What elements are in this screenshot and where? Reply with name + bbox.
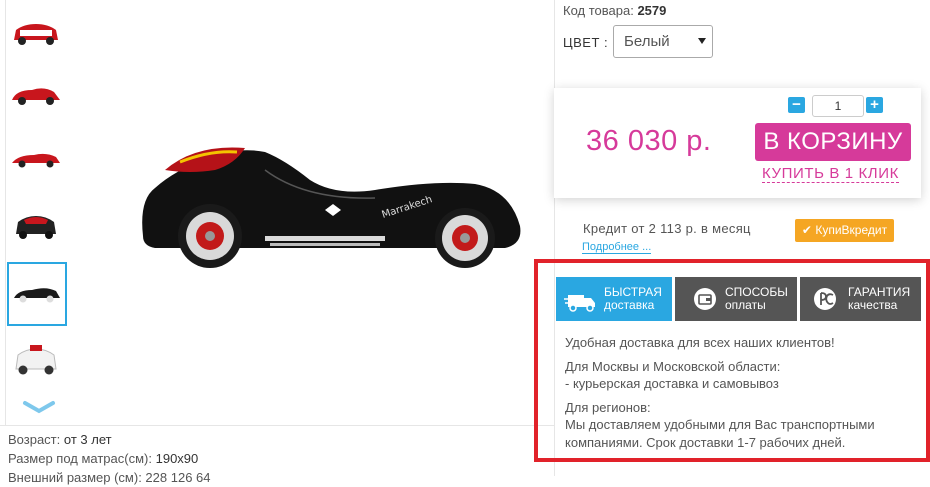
thumbnail-black-car-side-active[interactable]: [7, 262, 67, 326]
price-box: − 1 + 36 030 р. В КОРЗИНУ КУПИТЬ В 1 КЛИ…: [554, 88, 921, 198]
credit-text: Кредит от 2 113 р. в месяц: [583, 221, 751, 236]
tab-text: ГАРАНТИЯ качества: [848, 286, 910, 312]
color-label: ЦВЕТ :: [563, 35, 609, 50]
tab-payment-methods[interactable]: СПОСОБЫ оплаты: [675, 277, 797, 321]
thumb-image: [12, 88, 60, 105]
tab-text: СПОСОБЫ оплаты: [725, 286, 788, 312]
delivery-info-intro: Удобная доставка для всех наших клиентов…: [565, 335, 835, 350]
thumbnail-black-car-front[interactable]: [7, 196, 65, 254]
info-line: Для регионов:: [565, 399, 651, 415]
product-code-value: 2579: [637, 3, 667, 18]
thumbnail-red-car-side[interactable]: [7, 66, 65, 124]
delivery-info-regions: Для регионов: Мы доставляем удобными для…: [565, 399, 910, 452]
thumbnail-red-car-side-2[interactable]: [7, 130, 65, 188]
quantity-input[interactable]: 1: [812, 95, 864, 117]
info-line: Мы доставляем удобными для Вас транспорт…: [565, 417, 875, 450]
dropdown-arrow-icon: [698, 38, 706, 44]
qty-plus-button[interactable]: +: [866, 97, 883, 113]
product-specs: Возраст: от 3 лет Размер под матрас(см):…: [8, 430, 211, 487]
qty-minus-button[interactable]: −: [788, 97, 805, 113]
thumb-image: [14, 24, 58, 45]
check-icon: ✔: [801, 223, 812, 237]
divider: [5, 0, 6, 425]
divider: [0, 425, 554, 426]
thumbnail-white-car-front[interactable]: [7, 330, 65, 388]
thumb-image: [14, 288, 60, 303]
kupivkredit-button[interactable]: ✔ КупиВкредит: [795, 219, 894, 242]
color-select[interactable]: Белый: [613, 25, 713, 58]
divider: [554, 0, 555, 88]
tab-text: БЫСТРАЯ доставка: [604, 286, 662, 312]
info-line: - курьерская доставка и самовывоз: [565, 376, 779, 391]
kupivkredit-label: КупиВкредит: [815, 223, 888, 237]
wallet-icon: [694, 288, 716, 310]
spec-label: Возраст:: [8, 432, 61, 447]
product-code-label: Код товара:: [563, 3, 634, 18]
spec-dimensions: Внешний размер (см): 228 126 64: [8, 470, 211, 485]
product-main-image[interactable]: Marrakech: [135, 140, 530, 272]
delivery-info-moscow: Для Москвы и Московской области: - курье…: [565, 358, 910, 393]
tab-subtitle: доставка: [604, 298, 655, 312]
rst-certificate-icon: [814, 288, 836, 310]
product-price: 36 030 р.: [586, 125, 712, 157]
add-to-cart-button[interactable]: В КОРЗИНУ: [755, 123, 911, 161]
delivery-info: Удобная доставка для всех наших клиентов…: [565, 334, 910, 457]
thumbnail-list: [0, 0, 70, 420]
spec-value: от 3 лет: [63, 432, 112, 447]
chevron-down-icon[interactable]: [22, 400, 56, 414]
delivery-icon: [564, 295, 595, 312]
tab-subtitle: оплаты: [725, 298, 766, 312]
info-line: Для Москвы и Московской области:: [565, 358, 781, 374]
tab-fast-delivery[interactable]: БЫСТРАЯ доставка: [556, 277, 672, 321]
tab-subtitle: качества: [848, 298, 898, 312]
buy-one-click-link[interactable]: КУПИТЬ В 1 КЛИК: [762, 165, 899, 183]
product-code: Код товара: 2579: [563, 3, 666, 18]
spec-age: Возраст: от 3 лет: [8, 430, 211, 449]
spec-label: Размер под матрас(см):: [8, 451, 152, 466]
thumb-image: [16, 216, 56, 239]
thumb-image: [12, 153, 60, 168]
spec-mattress-size: Размер под матрас(см): 190x90: [8, 449, 211, 468]
credit-more-link[interactable]: Подробнее ...: [582, 241, 652, 254]
thumbnail-red-car-front[interactable]: [7, 4, 65, 62]
thumb-image: [15, 345, 57, 375]
spec-value: 190x90: [155, 451, 199, 466]
color-select-value: Белый: [624, 33, 670, 50]
tab-quality-guarantee[interactable]: ГАРАНТИЯ качества: [800, 277, 921, 321]
